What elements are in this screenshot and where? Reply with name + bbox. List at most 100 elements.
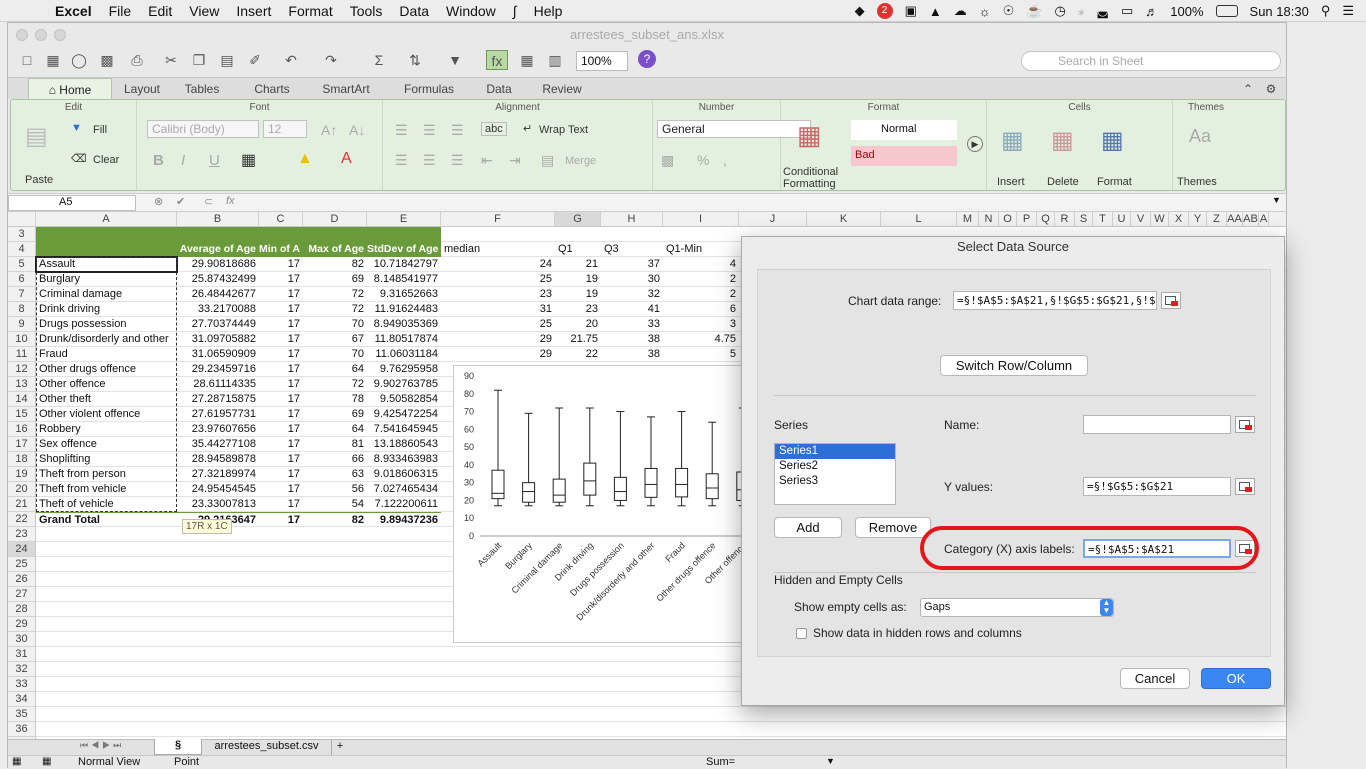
row-header[interactable]: 13 [8, 377, 36, 392]
merge-icon[interactable]: ▤ [541, 152, 554, 169]
column-header[interactable]: R [1055, 212, 1075, 227]
cell[interactable]: 70 [303, 317, 367, 332]
align-top-icon[interactable]: ☰ [395, 122, 408, 139]
cell[interactable]: 17 [259, 482, 303, 497]
cell[interactable]: 9.50582854 [367, 392, 441, 407]
formula-builder-icon[interactable]: fx [486, 50, 508, 70]
cancel-button[interactable]: Cancel [1120, 668, 1190, 689]
save-icon[interactable]: ▩ [96, 50, 118, 70]
cell[interactable]: 29.90818686 [177, 257, 259, 272]
cell[interactable]: 23.97607656 [177, 422, 259, 437]
cell[interactable]: 10.71842797 [367, 257, 441, 272]
display-icon[interactable]: ▭ [1121, 3, 1133, 19]
cell[interactable]: 17 [259, 302, 303, 317]
merge-button[interactable]: Merge [565, 155, 596, 167]
cell[interactable]: 9.31652663 [367, 287, 441, 302]
column-header[interactable]: A [36, 212, 177, 227]
format-painter-icon[interactable]: ✐ [244, 50, 266, 70]
row-header[interactable]: 15 [8, 407, 36, 422]
tab-tables[interactable]: Tables [172, 78, 232, 100]
gallery-icon[interactable]: ▦ [516, 50, 538, 70]
cell[interactable]: 17 [259, 317, 303, 332]
sheet-tab-csv[interactable]: arrestees_subset.csv [202, 740, 332, 755]
wrap-text-icon[interactable]: ↵ [523, 122, 532, 135]
font-name-select[interactable]: Calibri (Body) [147, 120, 259, 138]
cell[interactable]: 17 [259, 332, 303, 347]
cell[interactable]: 29 [441, 347, 555, 362]
tab-scroll-icon[interactable]: ⏮◀▶⏭ [80, 740, 124, 751]
cell[interactable]: 20 [555, 317, 601, 332]
tab-smartart[interactable]: SmartArt [312, 78, 380, 100]
conditional-label[interactable]: Conditional [783, 166, 838, 178]
cell[interactable]: Q1 [555, 242, 601, 257]
comma-icon[interactable]: , [723, 152, 727, 168]
fill-button[interactable]: Fill [93, 124, 107, 136]
cell[interactable]: 17 [259, 407, 303, 422]
cell[interactable]: 25 [441, 272, 555, 287]
cancel-formula-icon[interactable]: ⊗ [154, 195, 163, 208]
cell[interactable]: 6 [663, 302, 739, 317]
cell[interactable]: 33 [601, 317, 663, 332]
redo-icon[interactable]: ↷ [320, 50, 342, 70]
cell[interactable]: 17 [259, 362, 303, 377]
underline-icon[interactable]: U [209, 152, 220, 169]
cell[interactable]: 11.06031184 [367, 347, 441, 362]
column-header[interactable]: G [555, 212, 601, 227]
cell[interactable]: 67 [303, 332, 367, 347]
cell[interactable]: 7.027465434 [367, 482, 441, 497]
name-box[interactable]: A5 [8, 195, 136, 211]
cell[interactable]: 11.80517874 [367, 332, 441, 347]
row-header[interactable]: 24 [8, 542, 36, 557]
cell[interactable]: 30 [601, 272, 663, 287]
autosum-icon[interactable]: Σ [368, 50, 390, 70]
cell[interactable]: 64 [303, 362, 367, 377]
cell[interactable]: Q1-Min [663, 242, 739, 257]
column-header[interactable]: X [1169, 212, 1189, 227]
cell[interactable]: 4 [663, 257, 739, 272]
cell[interactable]: 24 [441, 257, 555, 272]
cell[interactable]: 4.75 [663, 332, 739, 347]
cell[interactable]: 17 [259, 392, 303, 407]
cell[interactable]: 8.933463983 [367, 452, 441, 467]
range-picker-icon[interactable] [1161, 292, 1181, 309]
page-layout-view-icon[interactable]: ▦ [42, 756, 51, 767]
menu-file[interactable]: File [109, 3, 132, 19]
cell[interactable]: 66 [303, 452, 367, 467]
cell[interactable]: 17 [259, 437, 303, 452]
column-header[interactable]: L [881, 212, 957, 227]
row-header[interactable]: 6 [8, 272, 36, 287]
series-item[interactable]: Series2 [775, 459, 895, 474]
themes-icon[interactable]: Aa [1189, 126, 1211, 147]
tray-icon-1[interactable]: ▣ [905, 3, 917, 19]
cell[interactable]: Max of Age [303, 242, 367, 257]
cell[interactable]: 7.122200611 [367, 497, 441, 512]
cell[interactable]: 70 [303, 347, 367, 362]
column-header[interactable]: R [1269, 212, 1286, 227]
hidden-rows-checkbox[interactable] [796, 628, 807, 639]
format-cells-icon[interactable]: ▦ [1101, 126, 1124, 155]
row-header[interactable]: 35 [8, 707, 36, 722]
menu-format[interactable]: Format [288, 3, 332, 19]
align-bottom-icon[interactable]: ☰ [451, 122, 464, 139]
cell[interactable]: 64 [303, 422, 367, 437]
cell[interactable]: 5 [663, 347, 739, 362]
delete-cells-icon[interactable]: ▦ [1051, 126, 1074, 155]
tab-charts[interactable]: Charts [242, 78, 302, 100]
row-header[interactable]: 21 [8, 497, 36, 512]
cell[interactable]: 24.95454545 [177, 482, 259, 497]
toolbox-icon[interactable]: ▥ [544, 50, 566, 70]
column-header[interactable]: N [979, 212, 999, 227]
cell[interactable]: Average of Age [177, 242, 259, 257]
cell[interactable]: 37 [601, 257, 663, 272]
cell[interactable]: 35.44277108 [177, 437, 259, 452]
cup-icon[interactable]: ☕ [1026, 3, 1042, 19]
row-header[interactable]: 12 [8, 362, 36, 377]
accept-formula-icon[interactable]: ✔ [176, 195, 185, 208]
cell[interactable]: 7.541645945 [367, 422, 441, 437]
currency-icon[interactable]: ▩ [661, 152, 674, 169]
series-item[interactable]: Series3 [775, 474, 895, 489]
sort-icon[interactable]: ⇅ [404, 50, 426, 70]
menu-window[interactable]: Window [446, 3, 496, 19]
row-header[interactable]: 16 [8, 422, 36, 437]
cell[interactable]: 8.148541977 [367, 272, 441, 287]
